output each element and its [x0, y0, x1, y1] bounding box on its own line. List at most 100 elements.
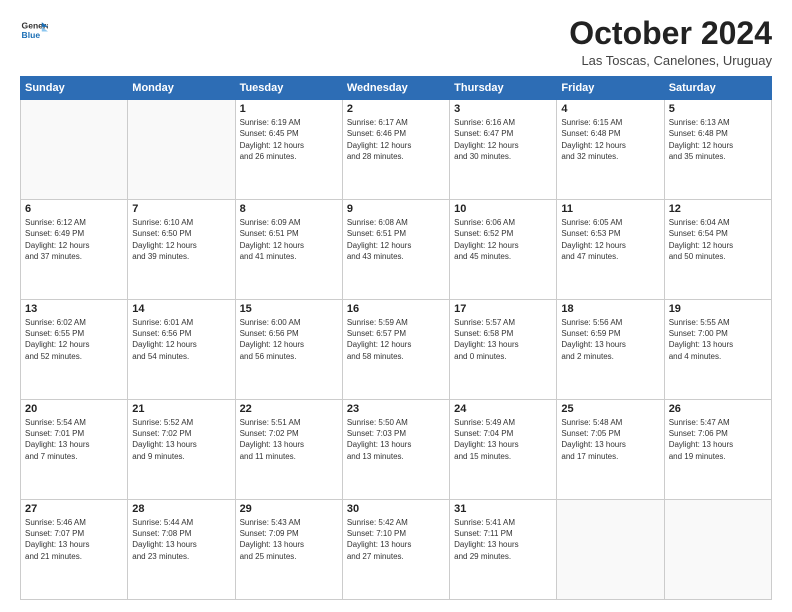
week-row-3: 13 Sunrise: 6:02 AM Sunset: 6:55 PM Dayli… — [21, 300, 772, 400]
day-cell-26: 26 Sunrise: 5:47 AM Sunset: 7:06 PM Dayli… — [664, 400, 771, 500]
day-cell-19: 19 Sunrise: 5:55 AM Sunset: 7:00 PM Dayli… — [664, 300, 771, 400]
day-number: 22 — [240, 403, 338, 415]
day-number: 19 — [669, 303, 767, 315]
empty-cell — [128, 100, 235, 200]
week-row-1: 1Sunrise: 6:19 AM Sunset: 6:45 PM Daylig… — [21, 100, 772, 200]
day-cell-13: 13 Sunrise: 6:02 AM Sunset: 6:55 PM Dayli… — [21, 300, 128, 400]
day-number: 14 — [132, 303, 230, 315]
day-number: 21 — [132, 403, 230, 415]
day-info: Sunrise: 6:00 AM Sunset: 6:56 PM Dayligh… — [240, 317, 338, 362]
calendar-table: SundayMondayTuesdayWednesdayThursdayFrid… — [20, 76, 772, 600]
header-row: SundayMondayTuesdayWednesdayThursdayFrid… — [21, 77, 772, 100]
day-cell-30: 30 Sunrise: 5:42 AM Sunset: 7:10 PM Dayli… — [342, 500, 449, 600]
calendar-page: General Blue October 2024 Las Toscas, Ca… — [0, 0, 792, 612]
day-number: 30 — [347, 503, 445, 515]
day-info: Sunrise: 5:48 AM Sunset: 7:05 PM Dayligh… — [561, 417, 659, 462]
day-number: 1 — [240, 103, 338, 115]
day-info: Sunrise: 5:46 AM Sunset: 7:07 PM Dayligh… — [25, 517, 123, 562]
day-cell-20: 20 Sunrise: 5:54 AM Sunset: 7:01 PM Dayli… — [21, 400, 128, 500]
day-info: Sunrise: 5:55 AM Sunset: 7:00 PM Dayligh… — [669, 317, 767, 362]
day-cell-2: 2Sunrise: 6:17 AM Sunset: 6:46 PM Daylig… — [342, 100, 449, 200]
day-cell-7: 7Sunrise: 6:10 AM Sunset: 6:50 PM Daylig… — [128, 200, 235, 300]
empty-cell — [557, 500, 664, 600]
day-cell-25: 25 Sunrise: 5:48 AM Sunset: 7:05 PM Dayli… — [557, 400, 664, 500]
day-info: Sunrise: 6:15 AM Sunset: 6:48 PM Dayligh… — [561, 117, 659, 162]
day-number: 5 — [669, 103, 767, 115]
day-number: 29 — [240, 503, 338, 515]
day-number: 13 — [25, 303, 123, 315]
day-info: Sunrise: 5:52 AM Sunset: 7:02 PM Dayligh… — [132, 417, 230, 462]
day-info: Sunrise: 5:56 AM Sunset: 6:59 PM Dayligh… — [561, 317, 659, 362]
day-info: Sunrise: 6:05 AM Sunset: 6:53 PM Dayligh… — [561, 217, 659, 262]
day-cell-24: 24 Sunrise: 5:49 AM Sunset: 7:04 PM Dayli… — [450, 400, 557, 500]
day-number: 23 — [347, 403, 445, 415]
week-row-5: 27 Sunrise: 5:46 AM Sunset: 7:07 PM Dayli… — [21, 500, 772, 600]
day-cell-10: 10 Sunrise: 6:06 AM Sunset: 6:52 PM Dayli… — [450, 200, 557, 300]
day-number: 27 — [25, 503, 123, 515]
day-info: Sunrise: 5:41 AM Sunset: 7:11 PM Dayligh… — [454, 517, 552, 562]
day-info: Sunrise: 5:42 AM Sunset: 7:10 PM Dayligh… — [347, 517, 445, 562]
day-cell-12: 12Sunrise: 6:04 AM Sunset: 6:54 PM Dayli… — [664, 200, 771, 300]
day-cell-29: 29 Sunrise: 5:43 AM Sunset: 7:09 PM Dayli… — [235, 500, 342, 600]
day-cell-16: 16 Sunrise: 5:59 AM Sunset: 6:57 PM Dayli… — [342, 300, 449, 400]
day-info: Sunrise: 6:06 AM Sunset: 6:52 PM Dayligh… — [454, 217, 552, 262]
day-number: 8 — [240, 203, 338, 215]
day-info: Sunrise: 6:12 AM Sunset: 6:49 PM Dayligh… — [25, 217, 123, 262]
day-info: Sunrise: 6:16 AM Sunset: 6:47 PM Dayligh… — [454, 117, 552, 162]
day-info: Sunrise: 5:57 AM Sunset: 6:58 PM Dayligh… — [454, 317, 552, 362]
day-number: 31 — [454, 503, 552, 515]
day-cell-5: 5 Sunrise: 6:13 AM Sunset: 6:48 PM Daylig… — [664, 100, 771, 200]
svg-text:Blue: Blue — [22, 30, 41, 40]
day-info: Sunrise: 5:54 AM Sunset: 7:01 PM Dayligh… — [25, 417, 123, 462]
day-header-friday: Friday — [557, 77, 664, 100]
day-number: 25 — [561, 403, 659, 415]
day-number: 16 — [347, 303, 445, 315]
day-info: Sunrise: 5:43 AM Sunset: 7:09 PM Dayligh… — [240, 517, 338, 562]
day-cell-15: 15 Sunrise: 6:00 AM Sunset: 6:56 PM Dayli… — [235, 300, 342, 400]
month-title: October 2024 — [569, 16, 772, 51]
logo-icon: General Blue — [20, 16, 48, 44]
day-number: 10 — [454, 203, 552, 215]
day-info: Sunrise: 5:49 AM Sunset: 7:04 PM Dayligh… — [454, 417, 552, 462]
day-cell-14: 14 Sunrise: 6:01 AM Sunset: 6:56 PM Dayli… — [128, 300, 235, 400]
title-block: October 2024 Las Toscas, Canelones, Urug… — [569, 16, 772, 68]
day-number: 18 — [561, 303, 659, 315]
day-number: 20 — [25, 403, 123, 415]
empty-cell — [664, 500, 771, 600]
day-cell-9: 9Sunrise: 6:08 AM Sunset: 6:51 PM Daylig… — [342, 200, 449, 300]
day-info: Sunrise: 5:51 AM Sunset: 7:02 PM Dayligh… — [240, 417, 338, 462]
day-number: 9 — [347, 203, 445, 215]
day-cell-6: 6 Sunrise: 6:12 AM Sunset: 6:49 PM Daylig… — [21, 200, 128, 300]
day-number: 11 — [561, 203, 659, 215]
day-cell-1: 1Sunrise: 6:19 AM Sunset: 6:45 PM Daylig… — [235, 100, 342, 200]
day-info: Sunrise: 6:02 AM Sunset: 6:55 PM Dayligh… — [25, 317, 123, 362]
day-cell-17: 17 Sunrise: 5:57 AM Sunset: 6:58 PM Dayli… — [450, 300, 557, 400]
day-info: Sunrise: 6:01 AM Sunset: 6:56 PM Dayligh… — [132, 317, 230, 362]
day-cell-21: 21 Sunrise: 5:52 AM Sunset: 7:02 PM Dayli… — [128, 400, 235, 500]
day-number: 3 — [454, 103, 552, 115]
day-number: 12 — [669, 203, 767, 215]
day-info: Sunrise: 6:09 AM Sunset: 6:51 PM Dayligh… — [240, 217, 338, 262]
day-info: Sunrise: 5:47 AM Sunset: 7:06 PM Dayligh… — [669, 417, 767, 462]
day-info: Sunrise: 5:50 AM Sunset: 7:03 PM Dayligh… — [347, 417, 445, 462]
subtitle: Las Toscas, Canelones, Uruguay — [569, 53, 772, 68]
day-cell-4: 4 Sunrise: 6:15 AM Sunset: 6:48 PM Daylig… — [557, 100, 664, 200]
day-number: 26 — [669, 403, 767, 415]
day-cell-31: 31 Sunrise: 5:41 AM Sunset: 7:11 PM Dayli… — [450, 500, 557, 600]
day-info: Sunrise: 6:13 AM Sunset: 6:48 PM Dayligh… — [669, 117, 767, 162]
day-info: Sunrise: 5:44 AM Sunset: 7:08 PM Dayligh… — [132, 517, 230, 562]
day-header-saturday: Saturday — [664, 77, 771, 100]
day-cell-27: 27 Sunrise: 5:46 AM Sunset: 7:07 PM Dayli… — [21, 500, 128, 600]
day-number: 15 — [240, 303, 338, 315]
week-row-4: 20 Sunrise: 5:54 AM Sunset: 7:01 PM Dayli… — [21, 400, 772, 500]
day-info: Sunrise: 6:10 AM Sunset: 6:50 PM Dayligh… — [132, 217, 230, 262]
header: General Blue October 2024 Las Toscas, Ca… — [20, 16, 772, 68]
day-number: 6 — [25, 203, 123, 215]
logo: General Blue — [20, 16, 48, 44]
day-header-monday: Monday — [128, 77, 235, 100]
day-number: 24 — [454, 403, 552, 415]
day-number: 4 — [561, 103, 659, 115]
day-info: Sunrise: 5:59 AM Sunset: 6:57 PM Dayligh… — [347, 317, 445, 362]
day-number: 17 — [454, 303, 552, 315]
day-cell-11: 11 Sunrise: 6:05 AM Sunset: 6:53 PM Dayli… — [557, 200, 664, 300]
